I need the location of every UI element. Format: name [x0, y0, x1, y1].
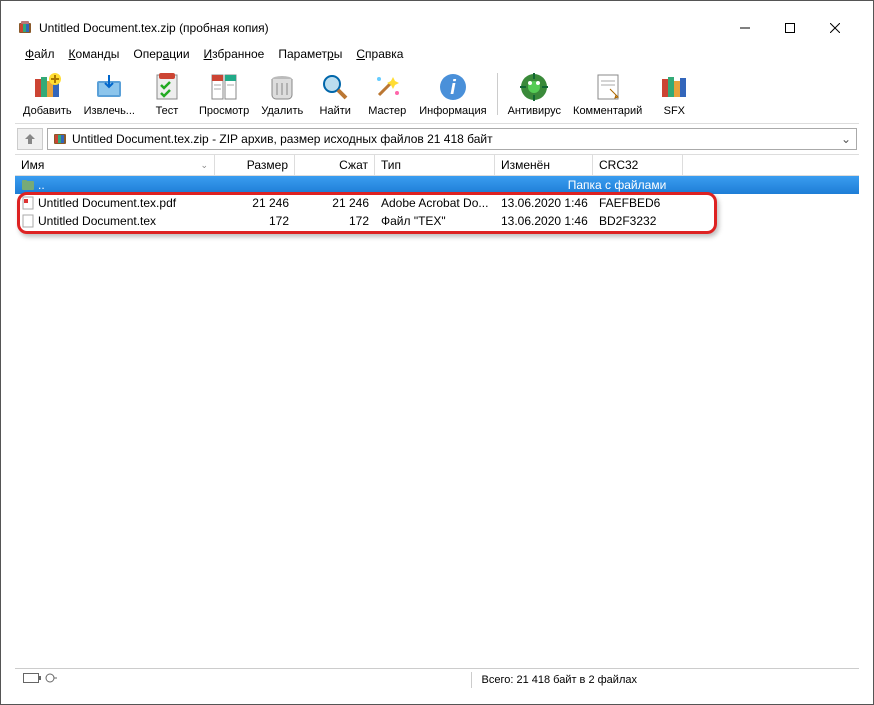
file-icon [21, 214, 35, 228]
toolbar: Добавить Извлечь... Тест Просмотр Удалит… [15, 65, 859, 124]
menu-help[interactable]: Справка [350, 45, 409, 63]
column-headers: Имя⌄ Размер Сжат Тип Изменён CRC32 [15, 154, 859, 176]
antivirus-button[interactable]: Антивирус [502, 69, 567, 119]
antivirus-icon [518, 71, 550, 103]
cell-type: Папка с файлами [375, 177, 859, 193]
file-list[interactable]: .. Папка с файлами Untitled Document.tex… [15, 176, 859, 668]
statusbar: Всего: 21 418 байт в 2 файлах [15, 668, 859, 690]
cell-name: .. [15, 177, 215, 193]
delete-button[interactable]: Удалить [255, 69, 309, 119]
up-button[interactable] [17, 128, 43, 150]
file-row[interactable]: Untitled Document.tex 172 172 Файл "TEX"… [15, 212, 859, 230]
test-button[interactable]: Тест [141, 69, 193, 119]
header-name[interactable]: Имя⌄ [15, 155, 215, 175]
view-icon [208, 71, 240, 103]
extract-icon [93, 71, 125, 103]
plug-icon [45, 673, 57, 686]
sfx-button[interactable]: SFX [648, 69, 700, 119]
menu-options[interactable]: Параметры [272, 45, 348, 63]
address-text: Untitled Document.tex.zip - ZIP архив, р… [72, 132, 493, 146]
window-title: Untitled Document.tex.zip (пробная копия… [39, 21, 722, 35]
maximize-button[interactable] [767, 14, 812, 42]
menu-commands[interactable]: Команды [63, 45, 126, 63]
main-window: Untitled Document.tex.zip (пробная копия… [0, 0, 874, 705]
menu-operations[interactable]: Операции [127, 45, 195, 63]
cell-name: Untitled Document.tex [15, 213, 215, 229]
pdf-icon [21, 196, 35, 210]
parent-folder-row[interactable]: .. Папка с файлами [15, 176, 859, 194]
wizard-icon [371, 71, 403, 103]
cell-type: Файл "TEX" [375, 213, 495, 229]
svg-text:i: i [450, 77, 456, 99]
header-modified[interactable]: Изменён [495, 155, 593, 175]
view-button[interactable]: Просмотр [193, 69, 255, 119]
cell-modified: 13.06.2020 1:46 [495, 213, 593, 229]
status-mid [85, 678, 471, 682]
test-icon [151, 71, 183, 103]
header-packed[interactable]: Сжат [295, 155, 375, 175]
menu-file[interactable]: Файл [19, 45, 61, 63]
menu-favorites[interactable]: Избранное [198, 45, 271, 63]
cell-crc: FAEFBED6 [593, 195, 683, 211]
window-controls [722, 14, 857, 42]
header-type[interactable]: Тип [375, 155, 495, 175]
pathbar: Untitled Document.tex.zip - ZIP архив, р… [15, 124, 859, 154]
titlebar: Untitled Document.tex.zip (пробная копия… [15, 13, 859, 43]
cell-size: 172 [215, 213, 295, 229]
search-icon [319, 71, 351, 103]
status-total: Всего: 21 418 байт в 2 файлах [471, 672, 860, 688]
folder-up-icon [21, 178, 35, 192]
info-button[interactable]: i Информация [413, 69, 492, 119]
cell-size: 21 246 [215, 195, 295, 211]
up-arrow-icon [23, 132, 37, 146]
cell-crc: BD2F3232 [593, 213, 683, 229]
sort-indicator-icon: ⌄ [200, 160, 208, 171]
address-bar[interactable]: Untitled Document.tex.zip - ZIP архив, р… [47, 128, 857, 150]
books-sfx-icon [658, 71, 690, 103]
extract-button[interactable]: Извлечь... [78, 69, 141, 119]
file-row[interactable]: Untitled Document.tex.pdf 21 246 21 246 … [15, 194, 859, 212]
archive-icon [52, 131, 68, 147]
cell-type: Adobe Acrobat Do... [375, 195, 495, 211]
add-button[interactable]: Добавить [17, 69, 78, 119]
cell-modified: 13.06.2020 1:46 [495, 195, 593, 211]
header-size[interactable]: Размер [215, 155, 295, 175]
cell-packed: 21 246 [295, 195, 375, 211]
comment-button[interactable]: Комментарий [567, 69, 648, 119]
battery-icon [23, 673, 41, 686]
minimize-button[interactable] [722, 14, 767, 42]
books-add-icon [31, 71, 63, 103]
find-button[interactable]: Найти [309, 69, 361, 119]
menubar: Файл Команды Операции Избранное Параметр… [15, 43, 859, 65]
comment-icon [592, 71, 624, 103]
header-crc[interactable]: CRC32 [593, 155, 683, 175]
address-dropdown-icon[interactable]: ⌄ [838, 132, 854, 146]
cell-name: Untitled Document.tex.pdf [15, 195, 215, 211]
close-button[interactable] [812, 14, 857, 42]
info-icon: i [437, 71, 469, 103]
cell-packed: 172 [295, 213, 375, 229]
wizard-button[interactable]: Мастер [361, 69, 413, 119]
app-icon [17, 20, 33, 36]
status-left [15, 671, 85, 688]
trash-icon [266, 71, 298, 103]
toolbar-separator [497, 73, 498, 115]
